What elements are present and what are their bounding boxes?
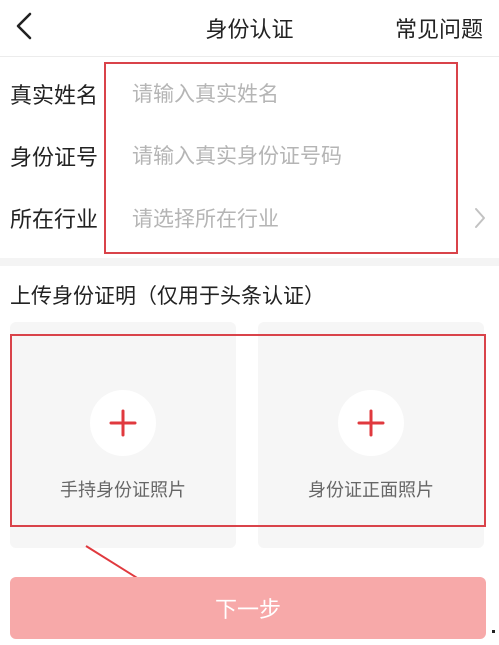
upload-front-label: 身份证正面照片 <box>308 480 434 501</box>
plus-icon <box>109 409 137 437</box>
identity-form: 真实姓名 身份证号 所在行业 请选择所在行业 <box>0 64 499 254</box>
name-label: 真实姓名 <box>10 84 99 109</box>
id-number-input[interactable] <box>112 136 462 176</box>
industry-label: 所在行业 <box>10 208 99 233</box>
identity-verification-page: 身份认证 常见问题 真实姓名 身份证号 所在行业 请选择所在行业 上传身份证明（… <box>0 0 499 645</box>
industry-row[interactable]: 所在行业 请选择所在行业 <box>0 188 499 248</box>
top-bar: 身份认证 常见问题 <box>0 0 499 57</box>
plus-icon <box>357 409 385 437</box>
upload-handheld-label: 手持身份证照片 <box>60 480 186 501</box>
stray-dot <box>492 630 495 633</box>
upload-handheld-id-card[interactable]: 手持身份证照片 <box>10 322 236 548</box>
upload-button-handheld[interactable] <box>90 390 156 456</box>
upload-button-front[interactable] <box>338 390 404 456</box>
upload-section-title: 上传身份证明（仅用于头条认证） <box>10 284 325 308</box>
faq-link[interactable]: 常见问题 <box>395 12 483 44</box>
name-row: 真实姓名 <box>0 64 499 124</box>
industry-select[interactable]: 请选择所在行业 <box>132 203 279 233</box>
chevron-right-icon <box>475 208 485 228</box>
section-divider <box>0 258 499 266</box>
next-step-button[interactable]: 下一步 <box>10 577 486 639</box>
upload-id-front-card[interactable]: 身份证正面照片 <box>258 322 484 548</box>
name-input[interactable] <box>112 74 462 114</box>
id-number-label: 身份证号 <box>10 146 99 171</box>
id-number-row: 身份证号 <box>0 126 499 186</box>
